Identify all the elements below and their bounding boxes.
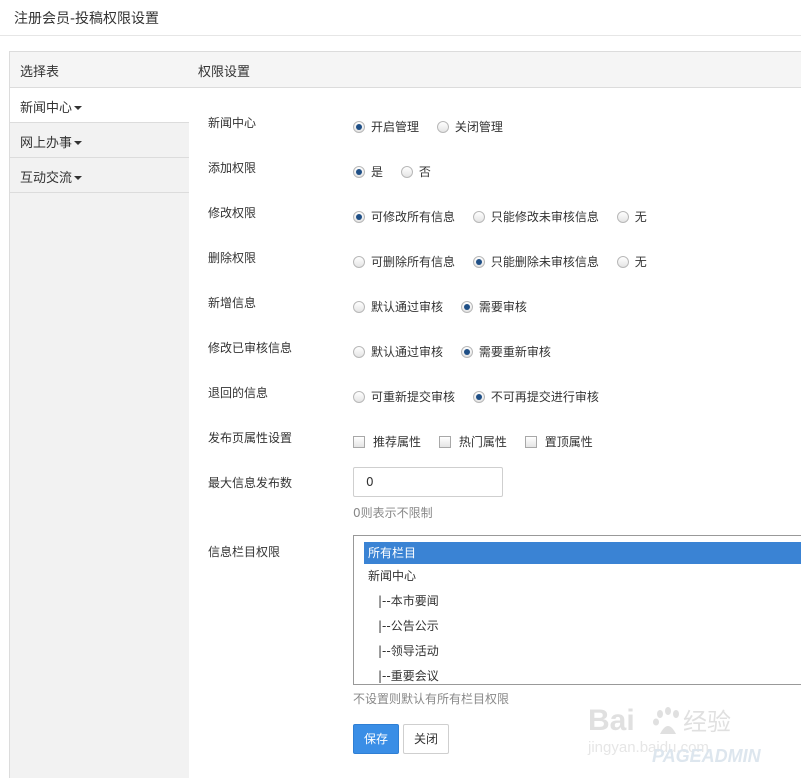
option-label: 推荐属性 xyxy=(373,435,422,449)
option-label: 可重新提交审核 xyxy=(371,390,456,404)
radio-option-auto-approve[interactable]: 默认通过审核 xyxy=(353,298,443,315)
listbox-option[interactable]: |--本市要闻 xyxy=(354,589,801,614)
radio-button[interactable] xyxy=(353,345,365,358)
radio-button[interactable] xyxy=(353,300,365,313)
setting-label: 信息栏目权限 xyxy=(208,545,281,559)
option-label: 可修改所有信息 xyxy=(371,210,456,224)
radio-option-require-re-review[interactable]: 需要重新审核 xyxy=(460,343,551,360)
radio-button[interactable] xyxy=(353,120,365,133)
setting-label: 新增信息 xyxy=(208,296,257,310)
radio-option-edit-none[interactable]: 无 xyxy=(616,208,647,225)
max-posts-input[interactable] xyxy=(353,467,503,497)
radio-button[interactable] xyxy=(616,255,629,268)
checkbox[interactable] xyxy=(353,435,365,448)
radio-button[interactable] xyxy=(616,210,629,223)
radio-option-delete-unreviewed[interactable]: 只能删除未审核信息 xyxy=(472,253,599,270)
radio-option-no[interactable]: 否 xyxy=(400,163,431,180)
caret-down-icon xyxy=(74,175,83,180)
option-label: 开启管理 xyxy=(371,120,420,134)
option-label: 需要重新审核 xyxy=(478,345,551,359)
option-label: 可删除所有信息 xyxy=(371,255,456,269)
checkbox-option-pinned[interactable]: 置顶属性 xyxy=(524,433,593,450)
setting-label: 新闻中心 xyxy=(208,116,257,130)
listbox-option[interactable]: |--领导活动 xyxy=(354,639,801,664)
radio-button[interactable] xyxy=(400,165,413,178)
option-label: 不可再提交进行审核 xyxy=(490,390,599,404)
column-permission-listbox[interactable]: 所有栏目 新闻中心 |--本市要闻 |--公告公示 |--领导活动 |--重要会… xyxy=(353,535,801,685)
listbox-option[interactable]: 新闻中心 xyxy=(354,564,801,589)
listbox-option[interactable]: |--重要会议 xyxy=(354,664,801,684)
panel-title: 权限设置 xyxy=(189,52,801,88)
radio-option-delete-none[interactable]: 无 xyxy=(616,253,647,270)
radio-button[interactable] xyxy=(472,390,485,403)
radio-button[interactable] xyxy=(353,165,365,178)
checkbox[interactable] xyxy=(438,435,451,448)
sidebar: 选择表 新闻中心 网上办事 互动交流 xyxy=(9,51,190,778)
option-label: 无 xyxy=(634,255,647,269)
checkbox-option-hot[interactable]: 热门属性 xyxy=(438,433,507,450)
option-label: 否 xyxy=(418,165,431,179)
permission-panel: 权限设置 新闻中心 开启管理 关闭管理 添加权限 是 否 修改权限 可修改所有信… xyxy=(189,51,801,778)
save-button[interactable]: 保存 xyxy=(353,724,399,754)
page-title: 注册会员-投稿权限设置 xyxy=(14,11,160,27)
checkbox-option-recommended[interactable]: 推荐属性 xyxy=(353,433,421,450)
setting-label: 退回的信息 xyxy=(208,386,269,400)
page-header: 注册会员-投稿权限设置 xyxy=(0,0,801,36)
checkbox[interactable] xyxy=(524,435,537,448)
sidebar-item-label: 互动交流 xyxy=(20,171,73,186)
radio-button[interactable] xyxy=(472,210,485,223)
option-label: 需要审核 xyxy=(478,300,527,314)
setting-label: 最大信息发布数 xyxy=(208,476,293,490)
listbox-option[interactable]: |--公告公示 xyxy=(354,614,801,639)
sidebar-item-label: 新闻中心 xyxy=(20,101,73,116)
caret-down-icon xyxy=(74,140,83,145)
radio-option-edit-all[interactable]: 可修改所有信息 xyxy=(353,208,455,225)
sidebar-item-label: 网上办事 xyxy=(20,136,73,151)
option-label: 置顶属性 xyxy=(544,435,593,449)
sidebar-item-news-center[interactable]: 新闻中心 xyxy=(10,88,189,123)
radio-option-require-review[interactable]: 需要审核 xyxy=(460,298,527,315)
option-label: 只能修改未审核信息 xyxy=(490,210,599,224)
radio-option-delete-all[interactable]: 可删除所有信息 xyxy=(353,253,455,270)
option-label: 无 xyxy=(634,210,647,224)
radio-button[interactable] xyxy=(353,255,365,268)
radio-button[interactable] xyxy=(460,345,473,358)
radio-option-yes[interactable]: 是 xyxy=(353,163,383,180)
radio-button[interactable] xyxy=(353,210,365,223)
setting-label: 修改已审核信息 xyxy=(208,341,293,355)
radio-option-edit-unreviewed[interactable]: 只能修改未审核信息 xyxy=(472,208,599,225)
radio-button[interactable] xyxy=(460,300,473,313)
max-posts-hint: 0则表示不限制 xyxy=(353,506,433,520)
radio-option-disable-management[interactable]: 关闭管理 xyxy=(436,118,503,135)
radio-button[interactable] xyxy=(472,255,485,268)
radio-option-auto-approve[interactable]: 默认通过审核 xyxy=(353,343,443,360)
setting-label: 添加权限 xyxy=(208,161,257,175)
listbox-option[interactable]: 所有栏目 xyxy=(364,542,801,564)
radio-option-resubmit[interactable]: 可重新提交审核 xyxy=(353,388,455,405)
radio-option-no-resubmit[interactable]: 不可再提交进行审核 xyxy=(472,388,599,405)
radio-button[interactable] xyxy=(436,120,449,133)
caret-down-icon xyxy=(74,105,83,110)
option-label: 默认通过审核 xyxy=(371,300,444,314)
radio-button[interactable] xyxy=(353,390,365,403)
option-label: 热门属性 xyxy=(458,435,507,449)
option-label: 只能删除未审核信息 xyxy=(490,255,599,269)
sidebar-title: 选择表 xyxy=(10,52,189,88)
column-permission-hint: 不设置则默认有所有栏目权限 xyxy=(353,692,510,706)
setting-label: 修改权限 xyxy=(208,206,257,220)
option-label: 是 xyxy=(371,165,384,179)
sidebar-item-interaction[interactable]: 互动交流 xyxy=(10,158,189,193)
setting-label: 删除权限 xyxy=(208,251,257,265)
radio-option-enable-management[interactable]: 开启管理 xyxy=(353,118,419,135)
close-button[interactable]: 关闭 xyxy=(403,724,449,754)
option-label: 关闭管理 xyxy=(454,120,503,134)
setting-label: 发布页属性设置 xyxy=(208,431,293,445)
sidebar-item-online-services[interactable]: 网上办事 xyxy=(10,123,189,158)
option-label: 默认通过审核 xyxy=(371,345,444,359)
